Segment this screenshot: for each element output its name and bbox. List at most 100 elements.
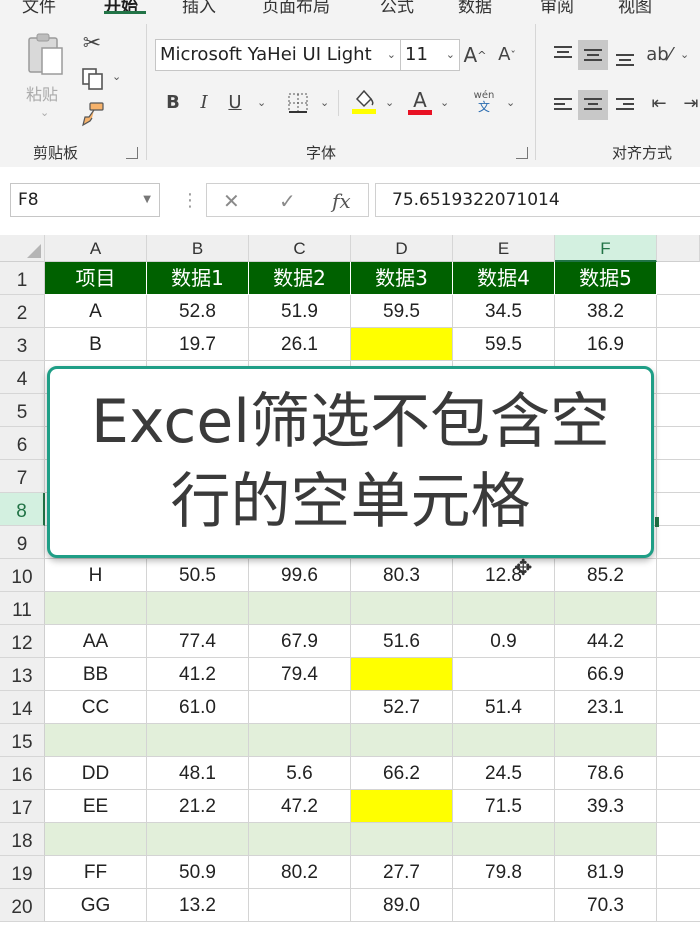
tab-insert[interactable]: 插入 bbox=[182, 0, 216, 17]
cell-f2[interactable]: 38.2 bbox=[555, 295, 657, 328]
cell-d11[interactable] bbox=[351, 592, 453, 625]
cell-e20[interactable] bbox=[453, 889, 555, 922]
cell-b16[interactable]: 48.1 bbox=[147, 757, 249, 790]
tab-file[interactable]: 文件 bbox=[22, 0, 56, 17]
cell-g14[interactable] bbox=[657, 691, 700, 724]
cell-a18[interactable] bbox=[45, 823, 147, 856]
fill-color-icon[interactable] bbox=[351, 88, 377, 114]
bottom-align-button[interactable] bbox=[610, 40, 640, 70]
row-header[interactable]: 1 bbox=[0, 262, 45, 295]
cell-d19[interactable]: 27.7 bbox=[351, 856, 453, 889]
header-cell[interactable]: 数据3 bbox=[351, 262, 453, 295]
row-header[interactable]: 7 bbox=[0, 460, 45, 493]
align-center-button[interactable] bbox=[578, 90, 608, 120]
cell-g10[interactable] bbox=[657, 559, 700, 592]
enter-icon[interactable]: ✓ bbox=[279, 191, 296, 211]
formula-input[interactable]: 75.6519322071014 bbox=[375, 183, 700, 217]
underline-button[interactable]: U bbox=[225, 92, 245, 114]
decrease-indent-icon[interactable]: ⇤ bbox=[646, 92, 672, 116]
cell-c12[interactable]: 67.9 bbox=[249, 625, 351, 658]
cell-d20[interactable]: 89.0 bbox=[351, 889, 453, 922]
tab-home[interactable]: 开始 bbox=[104, 0, 138, 17]
cell-f12[interactable]: 44.2 bbox=[555, 625, 657, 658]
cell-g16[interactable] bbox=[657, 757, 700, 790]
header-cell[interactable]: 项目 bbox=[45, 262, 147, 295]
tab-view[interactable]: 视图 bbox=[618, 0, 652, 17]
cancel-icon[interactable]: ✕ bbox=[223, 191, 240, 211]
cell-g13[interactable] bbox=[657, 658, 700, 691]
cell-d3[interactable] bbox=[351, 328, 453, 361]
cell-b10[interactable]: 50.5 bbox=[147, 559, 249, 592]
row-header[interactable]: 10 bbox=[0, 559, 45, 592]
copy-icon[interactable] bbox=[80, 66, 106, 92]
cell-g4[interactable] bbox=[657, 361, 700, 394]
cell-a12[interactable]: AA bbox=[45, 625, 147, 658]
clipboard-launcher-icon[interactable] bbox=[126, 147, 138, 159]
cell-g15[interactable] bbox=[657, 724, 700, 757]
font-launcher-icon[interactable] bbox=[516, 147, 528, 159]
cell-d17[interactable] bbox=[351, 790, 453, 823]
row-header[interactable]: 14 bbox=[0, 691, 45, 724]
paste-label[interactable]: 粘贴 bbox=[26, 81, 58, 105]
font-name-select[interactable]: Microsoft YaHei UI Light ⌄ bbox=[155, 39, 401, 71]
cell-e3[interactable]: 59.5 bbox=[453, 328, 555, 361]
row-header[interactable]: 19 bbox=[0, 856, 45, 889]
paste-dropdown-icon[interactable]: ⌄ bbox=[40, 106, 49, 119]
cell-e18[interactable] bbox=[453, 823, 555, 856]
cell-d14[interactable]: 52.7 bbox=[351, 691, 453, 724]
underline-dropdown-icon[interactable]: ⌄ bbox=[257, 96, 266, 109]
cell-g11[interactable] bbox=[657, 592, 700, 625]
cell-a10[interactable]: H bbox=[45, 559, 147, 592]
row-header[interactable]: 18 bbox=[0, 823, 45, 856]
select-all-button[interactable] bbox=[0, 235, 45, 262]
cell-d16[interactable]: 66.2 bbox=[351, 757, 453, 790]
cell-c20[interactable] bbox=[249, 889, 351, 922]
cell-b11[interactable] bbox=[147, 592, 249, 625]
format-painter-icon[interactable] bbox=[80, 101, 106, 127]
cell-e10[interactable]: 12.8 bbox=[453, 559, 555, 592]
cell-c18[interactable] bbox=[249, 823, 351, 856]
cell-c19[interactable]: 80.2 bbox=[249, 856, 351, 889]
top-align-button[interactable] bbox=[548, 40, 578, 70]
row-header[interactable]: 5 bbox=[0, 394, 45, 427]
cell-e17[interactable]: 71.5 bbox=[453, 790, 555, 823]
font-color-dropdown-icon[interactable]: ⌄ bbox=[440, 96, 449, 109]
cell-d13[interactable] bbox=[351, 658, 453, 691]
cell-c15[interactable] bbox=[249, 724, 351, 757]
header-cell[interactable]: 数据5 bbox=[555, 262, 657, 295]
cell-b18[interactable] bbox=[147, 823, 249, 856]
cell-a3[interactable]: B bbox=[45, 328, 147, 361]
cell-f11[interactable] bbox=[555, 592, 657, 625]
align-right-button[interactable] bbox=[610, 90, 640, 120]
row-header[interactable]: 20 bbox=[0, 889, 45, 922]
bold-button[interactable]: B bbox=[163, 92, 183, 114]
cell-f18[interactable] bbox=[555, 823, 657, 856]
row-header[interactable]: 9 bbox=[0, 526, 45, 559]
cell-g1[interactable] bbox=[657, 262, 700, 295]
cell-c13[interactable]: 79.4 bbox=[249, 658, 351, 691]
worksheet-grid[interactable]: ABCDEF 1 项目 数据1 数据2 数据3 数据4 数据5 2 A 52.8 51.9 59.5 3… bbox=[0, 235, 700, 926]
cell-f15[interactable] bbox=[555, 724, 657, 757]
cell-e13[interactable] bbox=[453, 658, 555, 691]
cell-a14[interactable]: CC bbox=[45, 691, 147, 724]
cell-c14[interactable] bbox=[249, 691, 351, 724]
formula-bar-grip-icon[interactable]: ⋮ bbox=[181, 190, 199, 211]
cell-g7[interactable] bbox=[657, 460, 700, 493]
column-header-b[interactable]: B bbox=[147, 235, 249, 262]
cell-d18[interactable] bbox=[351, 823, 453, 856]
cell-f19[interactable]: 81.9 bbox=[555, 856, 657, 889]
cell-g8[interactable] bbox=[657, 493, 700, 526]
cell-b19[interactable]: 50.9 bbox=[147, 856, 249, 889]
row-header[interactable]: 4 bbox=[0, 361, 45, 394]
cell-g18[interactable] bbox=[657, 823, 700, 856]
cell-g9[interactable] bbox=[657, 526, 700, 559]
cell-e2[interactable]: 34.5 bbox=[453, 295, 555, 328]
tab-formulas[interactable]: 公式 bbox=[380, 0, 414, 17]
row-header[interactable]: 11 bbox=[0, 592, 45, 625]
row-header[interactable]: 2 bbox=[0, 295, 45, 328]
orientation-dropdown-icon[interactable]: ⌄ bbox=[680, 48, 689, 61]
orientation-icon[interactable]: ab⁄ bbox=[645, 42, 673, 68]
header-cell[interactable]: 数据1 bbox=[147, 262, 249, 295]
cell-e11[interactable] bbox=[453, 592, 555, 625]
row-header[interactable]: 12 bbox=[0, 625, 45, 658]
